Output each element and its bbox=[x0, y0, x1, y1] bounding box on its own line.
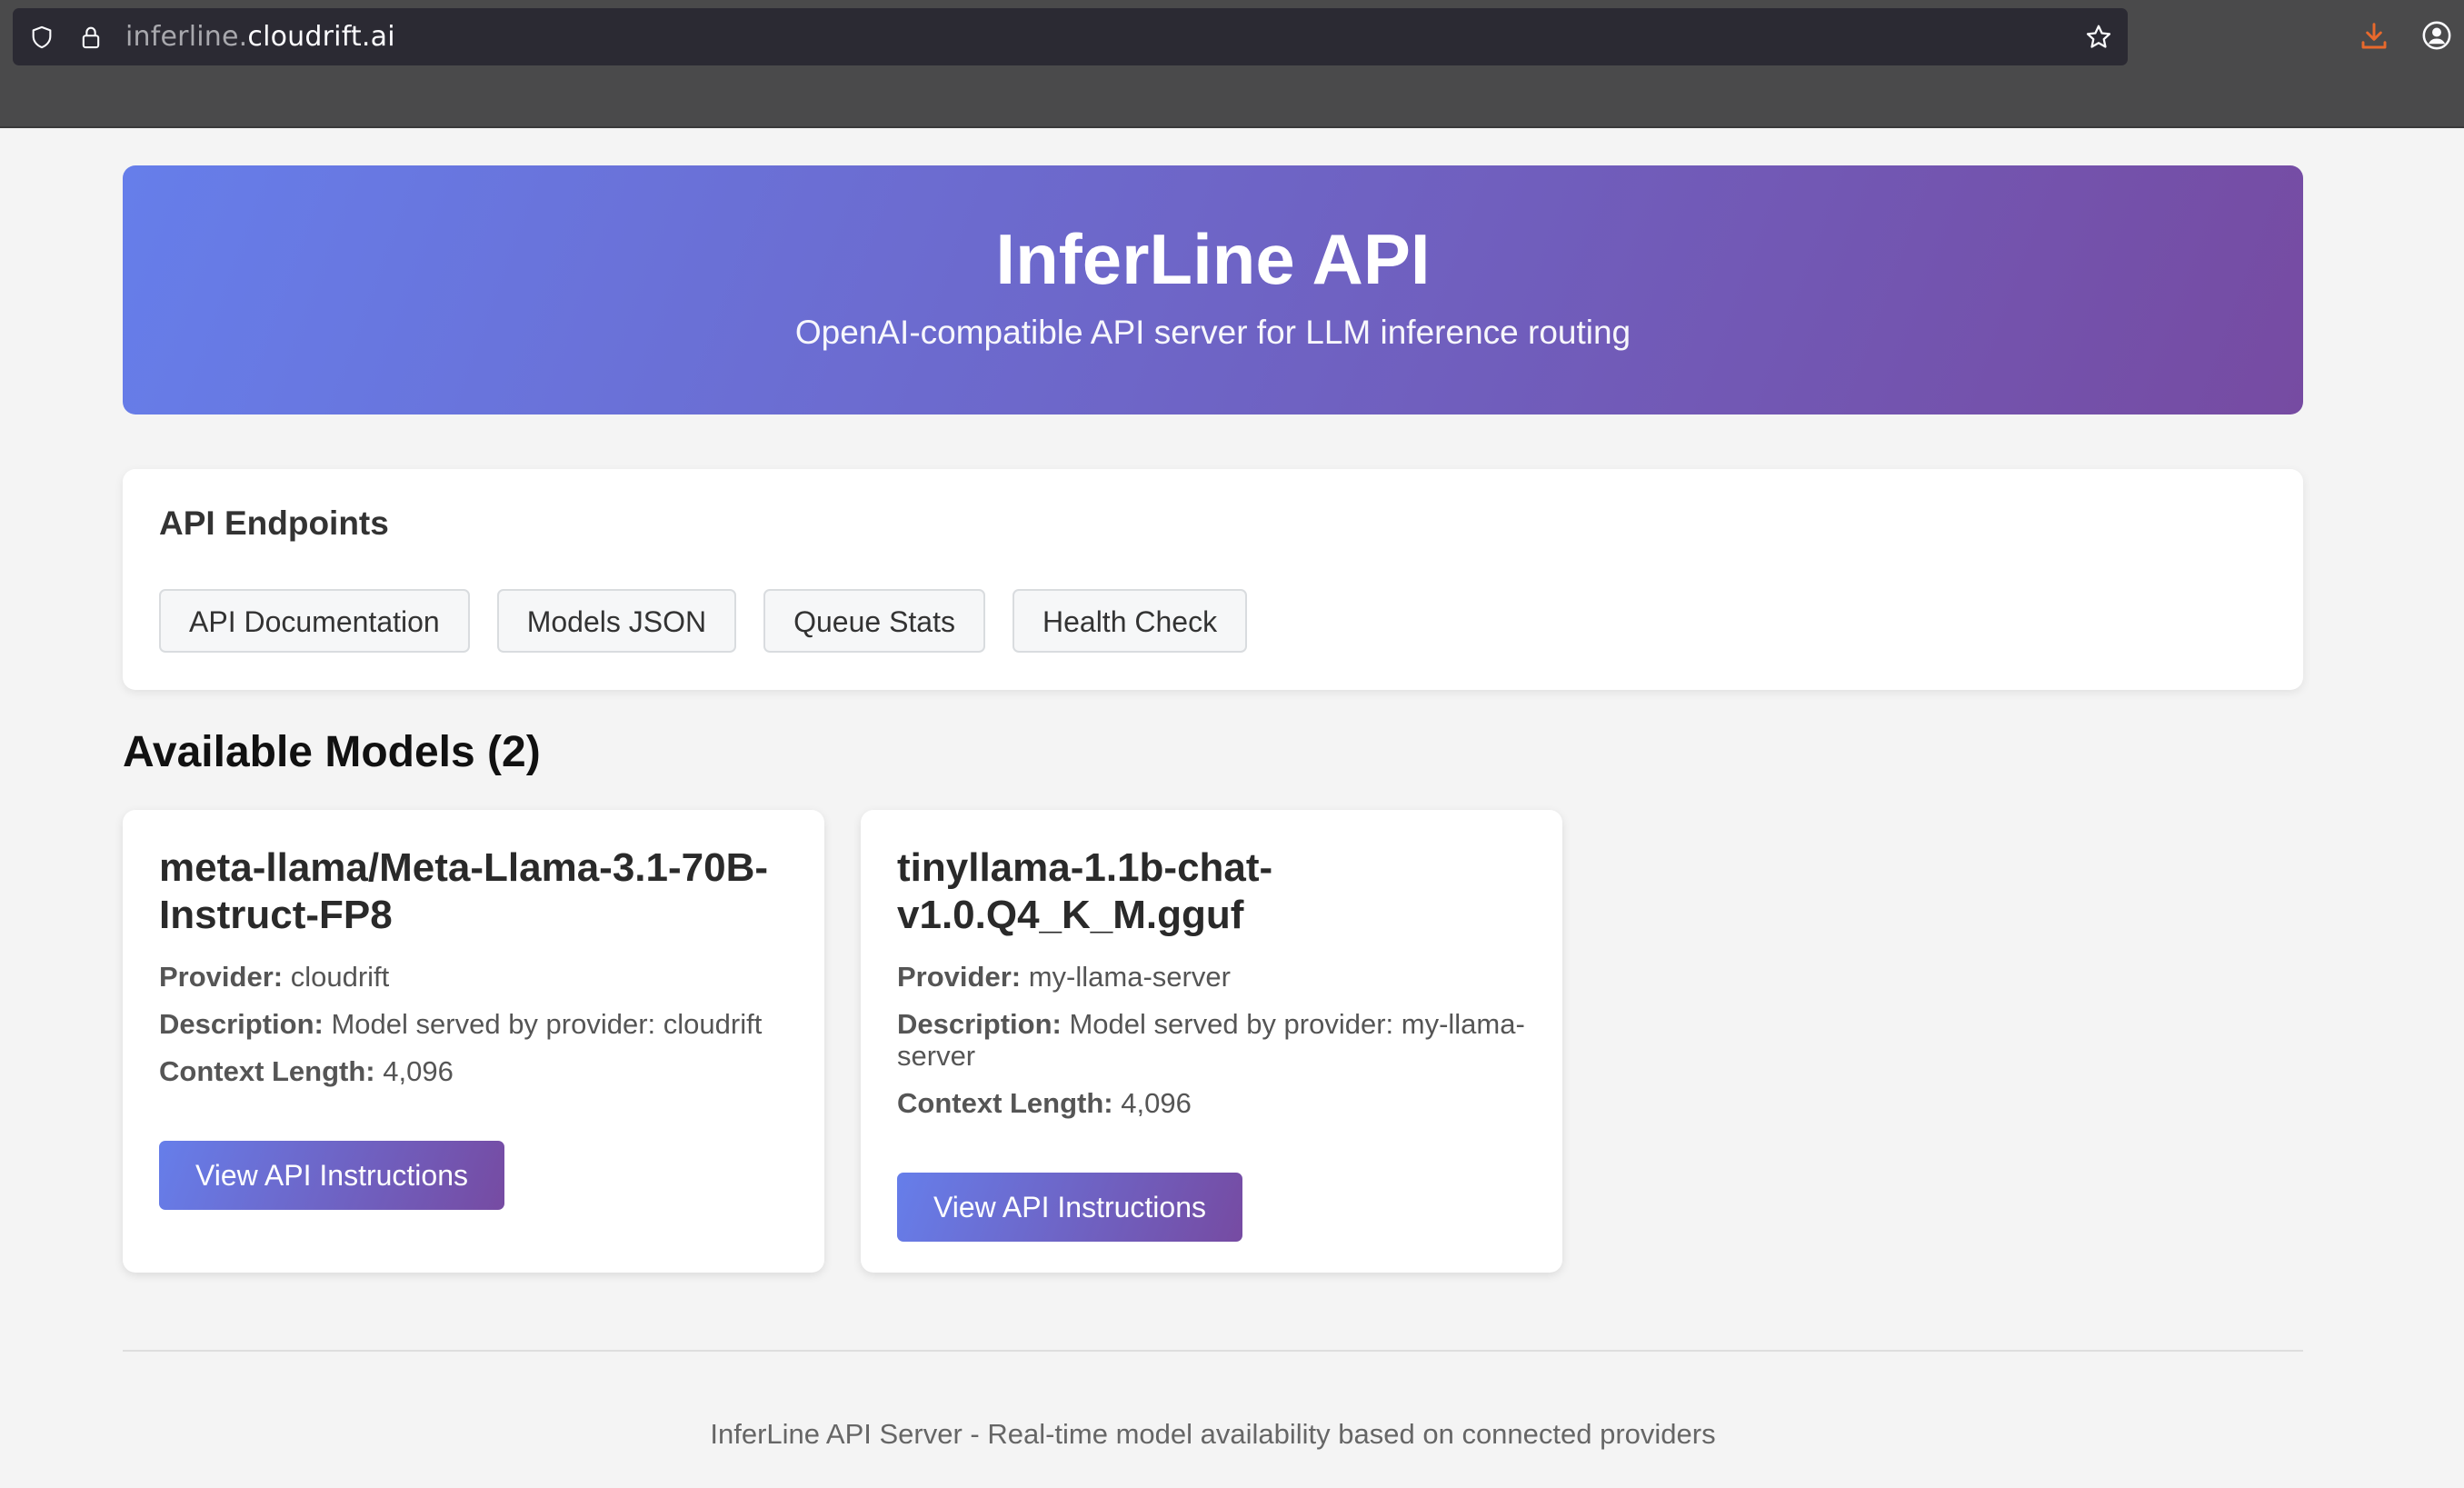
hero-banner: InferLine API OpenAI-compatible API serv… bbox=[123, 165, 2303, 414]
api-endpoints-card: API Endpoints API Documentation Models J… bbox=[123, 469, 2303, 690]
address-bar[interactable]: inferline.cloudrift.ai bbox=[13, 8, 2128, 65]
endpoint-links: API Documentation Models JSON Queue Stat… bbox=[159, 589, 2267, 653]
model-description-row: Description: Model served by provider: c… bbox=[159, 1008, 788, 1040]
star-icon[interactable] bbox=[2084, 23, 2113, 52]
page-subtitle: OpenAI-compatible API server for LLM inf… bbox=[794, 314, 1631, 351]
context-length-value: 4,096 bbox=[1121, 1087, 1192, 1119]
queue-stats-link[interactable]: Queue Stats bbox=[763, 589, 985, 653]
view-api-instructions-button[interactable]: View API Instructions bbox=[897, 1173, 1242, 1242]
model-description-row: Description: Model served by provider: m… bbox=[897, 1008, 1526, 1072]
model-name: meta-llama/Meta-Llama-3.1-70B-Instruct-F… bbox=[159, 845, 769, 937]
description-value: Model served by provider: cloudrift bbox=[331, 1008, 763, 1040]
model-name: tinyllama-1.1b-chat-v1.0.Q4_K_M.gguf bbox=[897, 845, 1273, 937]
provider-value: my-llama-server bbox=[1028, 961, 1231, 993]
model-details: Provider: my-llama-server Description: M… bbox=[897, 961, 1526, 1119]
models-json-link[interactable]: Models JSON bbox=[496, 589, 737, 653]
view-api-instructions-button[interactable]: View API Instructions bbox=[159, 1141, 504, 1210]
api-documentation-link[interactable]: API Documentation bbox=[159, 589, 470, 653]
context-length-value: 4,096 bbox=[383, 1055, 454, 1087]
page-title: InferLine API bbox=[995, 219, 1431, 299]
model-card: tinyllama-1.1b-chat-v1.0.Q4_K_M.gguf Pro… bbox=[861, 810, 1562, 1273]
lock-icon[interactable] bbox=[78, 25, 104, 50]
health-check-link[interactable]: Health Check bbox=[1012, 589, 1248, 653]
provider-label: Provider: bbox=[897, 961, 1022, 993]
context-length-label: Context Length: bbox=[159, 1055, 375, 1087]
model-provider-row: Provider: cloudrift bbox=[159, 961, 788, 993]
model-card: meta-llama/Meta-Llama-3.1-70B-Instruct-F… bbox=[123, 810, 824, 1273]
provider-label: Provider: bbox=[159, 961, 284, 993]
context-length-label: Context Length: bbox=[897, 1087, 1113, 1119]
shield-icon[interactable] bbox=[29, 25, 55, 50]
available-models-heading: Available Models (2) bbox=[123, 728, 541, 776]
model-context-row: Context Length: 4,096 bbox=[159, 1055, 788, 1087]
description-label: Description: bbox=[897, 1008, 1062, 1040]
models-grid: meta-llama/Meta-Llama-3.1-70B-Instruct-F… bbox=[123, 810, 2303, 1273]
url-subdomain: inferline. bbox=[125, 21, 248, 53]
page-container: InferLine API OpenAI-compatible API serv… bbox=[123, 165, 2303, 1273]
url-domain: cloudrift.ai bbox=[247, 21, 395, 53]
download-icon[interactable] bbox=[2359, 20, 2389, 53]
api-endpoints-title: API Endpoints bbox=[159, 504, 389, 542]
page-footer: InferLine API Server - Real-time model a… bbox=[123, 1350, 2303, 1452]
model-context-row: Context Length: 4,096 bbox=[897, 1087, 1526, 1119]
url-text[interactable]: inferline.cloudrift.ai bbox=[125, 21, 395, 54]
model-provider-row: Provider: my-llama-server bbox=[897, 961, 1526, 993]
account-icon[interactable] bbox=[2421, 20, 2452, 51]
model-details: Provider: cloudrift Description: Model s… bbox=[159, 961, 788, 1087]
provider-value: cloudrift bbox=[290, 961, 390, 993]
description-label: Description: bbox=[159, 1008, 324, 1040]
browser-toolbar: inferline.cloudrift.ai bbox=[0, 0, 2464, 128]
footer-text: InferLine API Server - Real-time model a… bbox=[710, 1418, 1716, 1450]
